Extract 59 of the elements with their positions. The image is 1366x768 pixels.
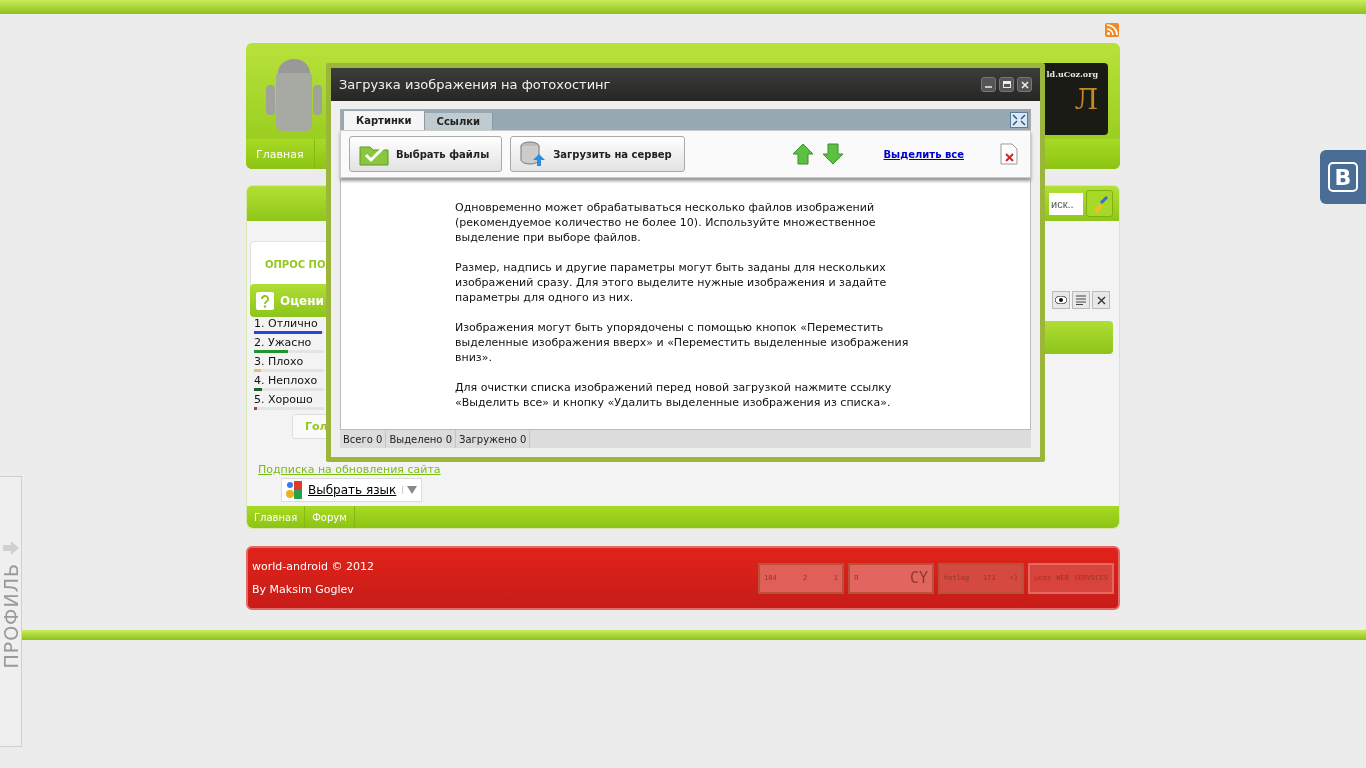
arrow-down-icon bbox=[821, 143, 844, 165]
dialog-title: Загрузка изображения на фотохостинг bbox=[339, 77, 611, 92]
nav-link[interactable]: Форум bbox=[305, 506, 355, 528]
close-button[interactable] bbox=[1092, 291, 1110, 309]
dialog-tab[interactable]: Картинки bbox=[344, 111, 425, 130]
list-icon bbox=[1076, 295, 1086, 305]
help-paragraph: Одновременно может обрабатываться несколько файлов изображений (рекомендуемое количество не более 10). Используйте множественное выделение при выборе файлов. bbox=[455, 200, 877, 245]
database-upload-icon bbox=[519, 140, 548, 168]
eye-icon bbox=[1055, 296, 1067, 304]
rss-icon[interactable] bbox=[1105, 22, 1119, 37]
dialog-tab[interactable]: Ссылки bbox=[424, 113, 494, 130]
poll-option: 5. Хорошо bbox=[254, 393, 410, 407]
help-paragraph: Изображения могут быть упорядочены с помощью кнопок «Переместить выделенные изображения вверх» и «Переместить выделенные изображения вниз». bbox=[455, 320, 910, 365]
maximize-icon bbox=[1002, 81, 1011, 88]
search-button[interactable] bbox=[1086, 190, 1113, 217]
delete-button[interactable] bbox=[1000, 143, 1018, 165]
arrow-up-icon bbox=[791, 143, 814, 165]
author-text: By Maksim Goglev bbox=[252, 583, 355, 596]
poll-title: Оцени bbox=[280, 293, 324, 308]
help-paragraph: Для очистки списка изображений перед новой загрузкой нажмите ссылку «Выделить все» и кнопку «Удалить выделенные изображения из списка». bbox=[455, 380, 893, 410]
language-select-link[interactable]: Выбрать язык bbox=[308, 483, 397, 497]
move-up-button[interactable] bbox=[791, 143, 814, 165]
choose-files-button[interactable]: Выбрать файлы bbox=[349, 136, 503, 172]
profile-side-tab[interactable]: ПРОФИЛЬ bbox=[0, 476, 22, 747]
close-icon bbox=[1096, 295, 1106, 305]
counter-text: CY bbox=[909, 570, 928, 586]
status-text: Загружено 0 bbox=[456, 430, 531, 448]
close-icon bbox=[1020, 80, 1029, 89]
list-button[interactable] bbox=[1072, 291, 1090, 309]
poll-option: 3. Плохо bbox=[254, 355, 410, 369]
expand-icon bbox=[1012, 114, 1026, 126]
nav-link[interactable]: Главная bbox=[247, 506, 306, 528]
close-button[interactable] bbox=[1017, 77, 1032, 92]
profile-label: ПРОФИЛЬ bbox=[0, 563, 22, 669]
subscribe-link[interactable]: Подписка на обновления сайта bbox=[258, 463, 441, 476]
dropdown-caret-icon[interactable] bbox=[402, 486, 418, 494]
copyright-text: world-android © 2012 bbox=[252, 560, 374, 573]
search-field[interactable]: иск.. bbox=[1049, 192, 1083, 215]
status-text: Всего 0 bbox=[340, 430, 387, 448]
banner-letter: Л bbox=[1074, 83, 1098, 116]
move-down-button[interactable] bbox=[821, 143, 844, 165]
arrow-right-icon bbox=[2, 541, 19, 555]
poll-option: 1. Отлично bbox=[254, 317, 410, 331]
status-text: Выделено 0 bbox=[386, 430, 456, 448]
google-logo-icon bbox=[286, 481, 302, 499]
site-address: ld.uCoz.org bbox=[1046, 69, 1098, 79]
upload-button[interactable]: Загрузить на сервер bbox=[510, 136, 685, 172]
poll-option: 4. Неплохо bbox=[254, 374, 410, 388]
poll-option: 2. Ужасно bbox=[254, 336, 410, 350]
file-delete-icon bbox=[1000, 143, 1018, 165]
help-paragraph: Размер, надпись и другие параметры могут быть заданы для нескольких изображений сразу. Для этого выделите нужные изображения и задайте параметры для одного из них. bbox=[455, 260, 888, 305]
nav-link[interactable]: Главная bbox=[246, 139, 315, 169]
question-icon bbox=[256, 291, 274, 310]
minimize-button[interactable] bbox=[981, 77, 996, 92]
select-all-link[interactable]: Выделить все bbox=[883, 148, 964, 160]
fullscreen-button[interactable] bbox=[1010, 112, 1028, 128]
view-button[interactable] bbox=[1052, 291, 1070, 309]
vk-button[interactable]: В bbox=[1320, 150, 1366, 204]
maximize-button[interactable] bbox=[999, 77, 1014, 92]
